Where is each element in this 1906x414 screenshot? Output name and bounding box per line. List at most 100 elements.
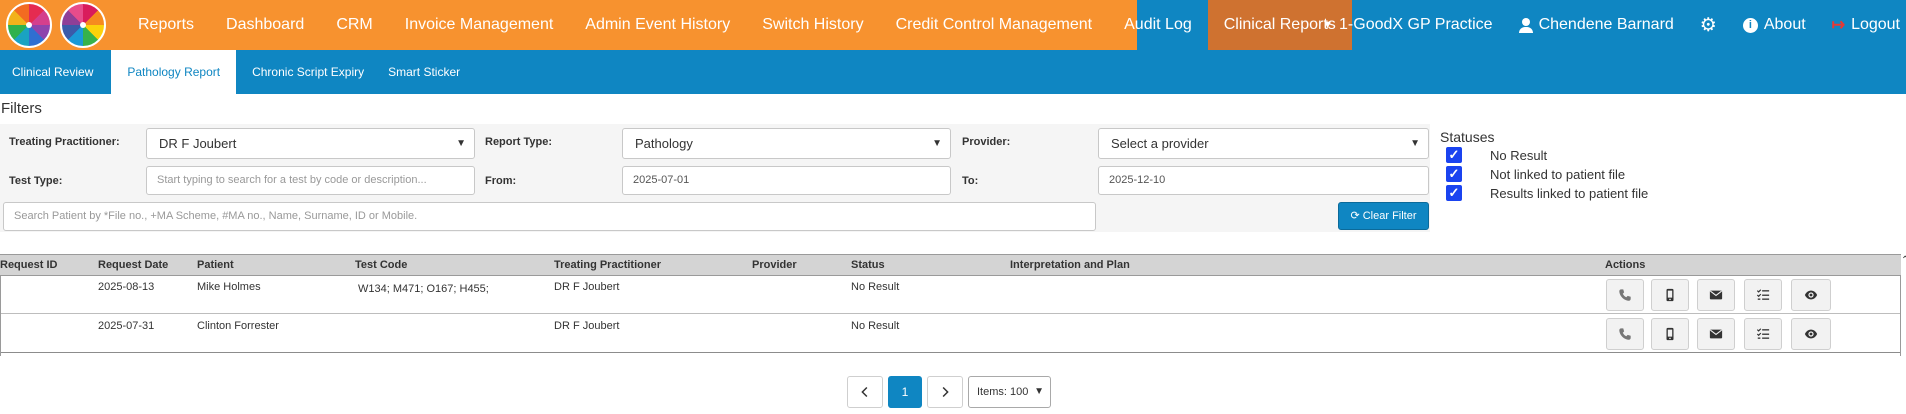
tab-chronic-script-expiry[interactable]: Chronic Script Expiry [240, 50, 376, 94]
caret-down-icon: ▼ [1322, 19, 1334, 31]
col-interpretation[interactable]: Interpretation and Plan [1010, 255, 1130, 275]
from-label: From: [485, 175, 517, 187]
tab-pathology-report[interactable]: Pathology Report [111, 50, 237, 94]
phone-icon [1619, 289, 1631, 301]
col-test-code[interactable]: Test Code [355, 255, 407, 275]
settings-button[interactable]: ⚙ [1687, 14, 1730, 37]
info-icon: i [1742, 17, 1758, 33]
practice-dropdown[interactable]: ▼ 1-GoodX GP Practice [1309, 16, 1505, 34]
logout-icon: ↦ [1831, 17, 1846, 34]
col-status[interactable]: Status [851, 255, 885, 275]
checkmark-icon: ✓ [1446, 185, 1462, 201]
user-name: Chendene Barnard [1538, 16, 1674, 33]
envelope-icon [1709, 290, 1723, 300]
page-button-1[interactable]: 1 [888, 376, 922, 408]
checklist-icon [1756, 328, 1770, 339]
nav-item-switch-history[interactable]: Switch History [746, 0, 879, 50]
report-type-select[interactable]: Pathology ▼ [622, 128, 951, 159]
sms-button[interactable] [1651, 279, 1689, 311]
logo-wheel-icon [6, 2, 52, 48]
mobile-icon [1666, 288, 1674, 302]
status-checkbox-results-linked[interactable]: ✓ Results linked to patient file [1446, 184, 1648, 202]
col-actions: Actions [1605, 259, 1646, 271]
nav-item-invoice-management[interactable]: Invoice Management [389, 0, 570, 50]
cell-status: No Result [851, 320, 900, 332]
mobile-icon [1666, 327, 1674, 341]
chevron-down-icon: ▼ [1410, 138, 1420, 149]
main-nav: Reports Dashboard CRM Invoice Management… [122, 0, 1352, 50]
view-button[interactable] [1791, 279, 1831, 311]
user-nav: ▼ 1-GoodX GP Practice Chendene Barnard ⚙… [1309, 0, 1906, 50]
gear-icon: ⚙ [1699, 14, 1717, 36]
user-menu[interactable]: Chendene Barnard [1506, 16, 1687, 34]
col-request-date[interactable]: Request Date [98, 255, 168, 275]
top-navbar: Reports Dashboard CRM Invoice Management… [0, 0, 1906, 50]
chevron-down-icon: ▼ [456, 138, 466, 149]
chevron-down-icon: ▼ [932, 138, 942, 149]
provider-select[interactable]: Select a provider ▼ [1098, 128, 1429, 159]
tasks-button[interactable] [1744, 318, 1782, 350]
status-label: Not linked to patient file [1490, 166, 1626, 182]
prev-page-button[interactable] [847, 376, 883, 408]
test-type-label: Test Type: [9, 175, 63, 187]
eye-icon [1804, 329, 1818, 339]
provider-value: Select a provider [1111, 136, 1209, 151]
call-button[interactable] [1606, 318, 1644, 350]
chevron-left-icon [861, 386, 868, 398]
patient-search-input[interactable]: Search Patient by *File no., +MA Scheme,… [3, 202, 1096, 231]
items-per-page-select[interactable]: Items: 100 ▼ [968, 376, 1051, 408]
about-label: About [1763, 16, 1806, 33]
table-row[interactable]: 2025-08-13 Mike Holmes W134; M471; O167;… [0, 276, 1901, 314]
nav-item-admin-event-history[interactable]: Admin Event History [569, 0, 746, 50]
nav-item-credit-control[interactable]: Credit Control Management [880, 0, 1109, 50]
chevron-down-icon: ▼ [1034, 386, 1044, 397]
nav-item-dashboard[interactable]: Dashboard [210, 0, 320, 50]
cell-test-code: W134; M471; O167; H455; [358, 283, 489, 295]
nav-item-reports[interactable]: Reports [122, 0, 210, 50]
sms-button[interactable] [1651, 318, 1689, 350]
column-toggle-icon[interactable]: ⌃ [1901, 255, 1906, 275]
test-type-input[interactable]: Start typing to search for a test by cod… [146, 166, 475, 195]
practice-name: 1-GoodX GP Practice [1339, 16, 1493, 33]
to-date-input[interactable]: 2025-12-10 [1098, 166, 1429, 195]
refresh-icon: ⟳ [1350, 210, 1360, 222]
col-request-id[interactable]: Request ID [0, 255, 57, 275]
treating-practitioner-label: Treating Practitioner: [9, 136, 120, 148]
next-page-button[interactable] [927, 376, 963, 408]
email-button[interactable] [1697, 279, 1735, 311]
col-treating-practitioner[interactable]: Treating Practitioner [554, 255, 661, 275]
tasks-button[interactable] [1744, 279, 1782, 311]
tab-clinical-review[interactable]: Clinical Review [0, 50, 105, 94]
col-patient[interactable]: Patient [197, 255, 234, 275]
table-row[interactable]: 2025-07-31 Clinton Forrester DR F Jouber… [0, 315, 1901, 353]
chevron-right-icon [942, 386, 949, 398]
to-label: To: [962, 175, 979, 187]
col-provider[interactable]: Provider [752, 255, 797, 275]
about-link[interactable]: i About [1730, 16, 1819, 34]
status-checkbox-not-linked[interactable]: ✓ Not linked to patient file [1446, 165, 1625, 183]
report-type-label: Report Type: [485, 136, 553, 148]
cell-request-date: 2025-08-13 [98, 281, 155, 293]
cell-patient: Clinton Forrester [197, 320, 279, 332]
from-date-input[interactable]: 2025-07-01 [622, 166, 951, 195]
envelope-icon [1709, 329, 1723, 339]
eye-icon [1804, 290, 1818, 300]
goodx-logo[interactable] [0, 0, 122, 50]
view-button[interactable] [1791, 318, 1831, 350]
cell-practitioner: DR F Joubert [554, 320, 620, 332]
clear-filter-button[interactable]: ⟳ Clear Filter [1338, 202, 1429, 230]
logout-link[interactable]: ↦ Logout [1819, 15, 1906, 35]
nav-item-audit-log[interactable]: Audit Log [1108, 0, 1208, 50]
statuses-group: Statuses ✓ No Result ✓ Not linked to pat… [1440, 129, 1648, 201]
email-button[interactable] [1697, 318, 1735, 350]
tab-smart-sticker[interactable]: Smart Sticker [376, 50, 472, 94]
call-button[interactable] [1606, 279, 1644, 311]
clear-filter-label: Clear Filter [1362, 210, 1417, 222]
treating-practitioner-select[interactable]: DR F Joubert ▼ [146, 128, 475, 159]
cell-status: No Result [851, 281, 900, 293]
cell-patient: Mike Holmes [197, 281, 261, 293]
status-checkbox-no-result[interactable]: ✓ No Result [1446, 146, 1547, 164]
checkmark-icon: ✓ [1446, 166, 1462, 182]
nav-item-crm[interactable]: CRM [320, 0, 388, 50]
filter-panel: Treating Practitioner: DR F Joubert ▼ Re… [0, 124, 1430, 232]
